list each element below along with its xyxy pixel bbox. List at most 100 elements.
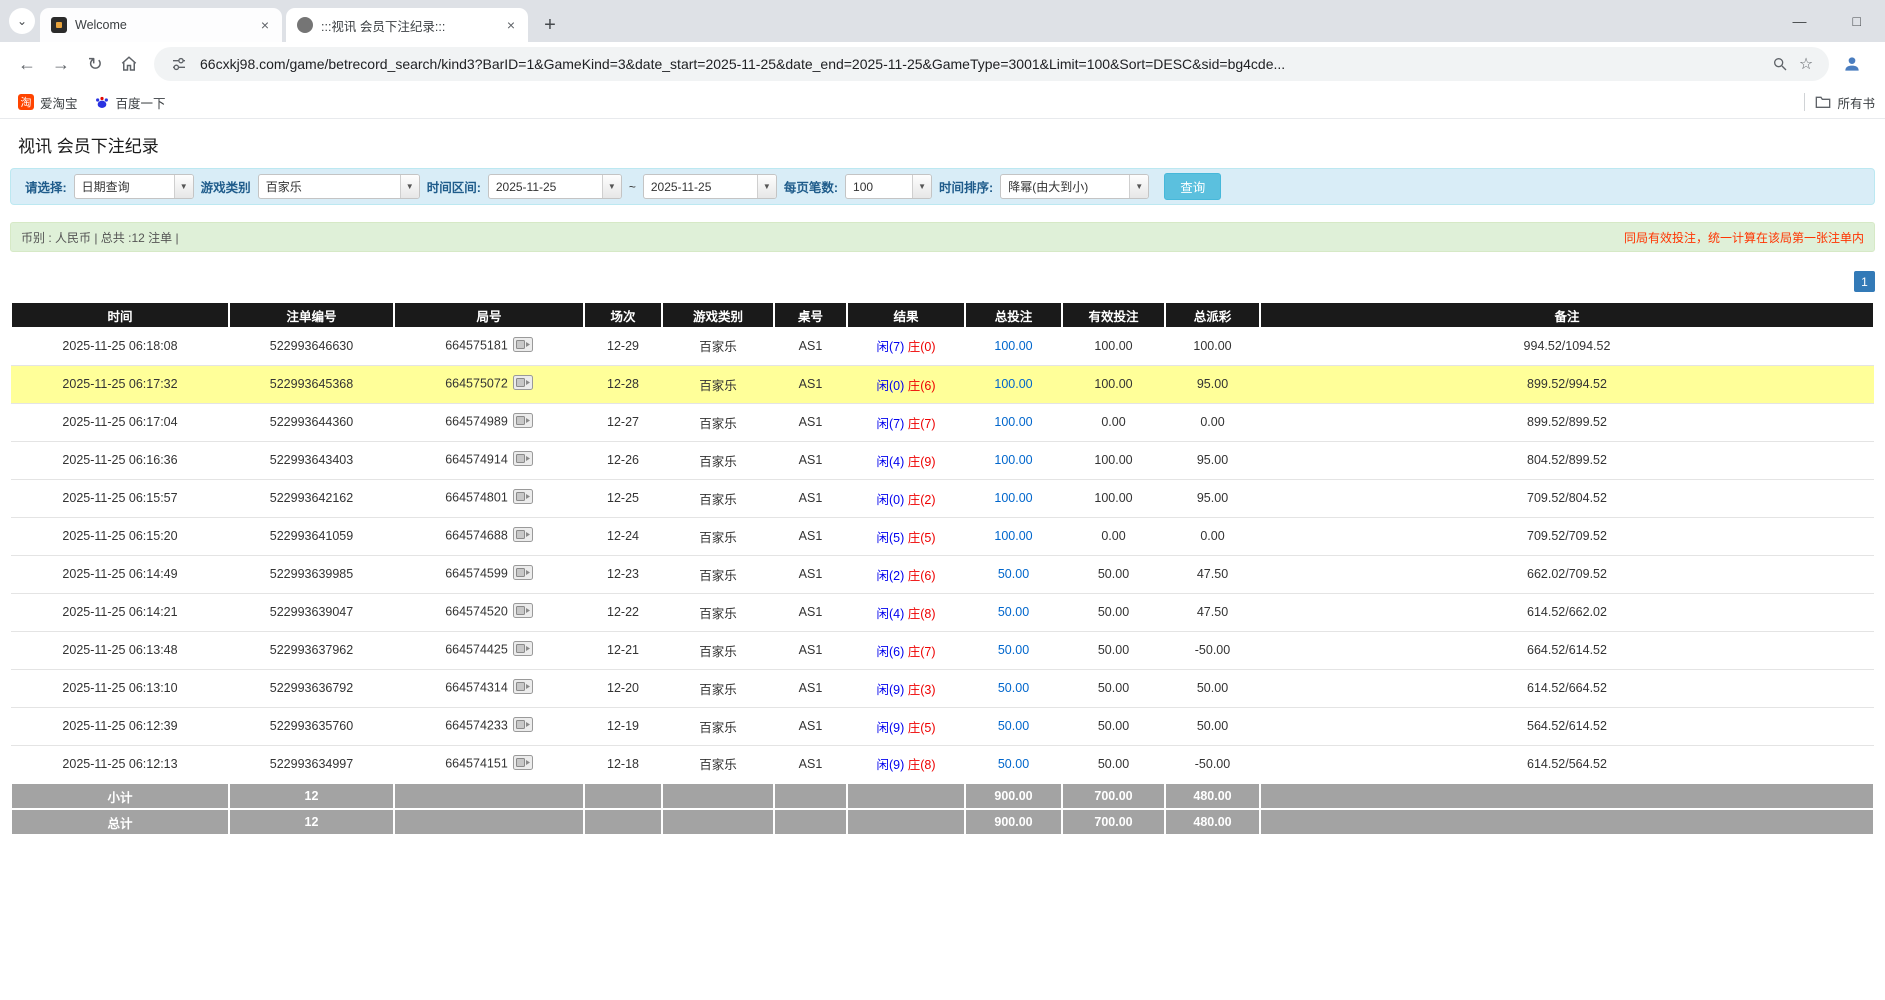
maximize-button[interactable]: □	[1847, 13, 1867, 29]
forward-button[interactable]: →	[44, 47, 78, 81]
cell-payout: 50.00	[1165, 707, 1260, 745]
round-number: 664574599	[445, 566, 508, 580]
total-bet-link[interactable]: 50.00	[998, 757, 1029, 771]
search-button[interactable]: 查询	[1164, 173, 1221, 200]
replay-video-icon[interactable]	[513, 337, 533, 355]
tab-close-icon[interactable]: ×	[256, 16, 274, 34]
new-tab-button[interactable]: +	[536, 11, 564, 39]
bookmark-star-icon[interactable]: ☆	[1793, 51, 1819, 77]
profile-button[interactable]	[1835, 47, 1869, 81]
cell-table: AS1	[774, 745, 847, 783]
table-row: 2025-11-25 06:15:20522993641059664574688…	[11, 517, 1874, 555]
total-bet-link[interactable]: 50.00	[998, 643, 1029, 657]
zoom-icon[interactable]	[1767, 51, 1793, 77]
mode-label: 请选择:	[25, 177, 67, 196]
bookmark-taobao[interactable]: 淘 爱淘宝	[10, 90, 86, 115]
cell-bet_id: 522993642162	[229, 479, 394, 517]
table-row: 2025-11-25 06:14:21522993639047664574520…	[11, 593, 1874, 631]
replay-video-icon[interactable]	[513, 641, 533, 659]
game-type-select[interactable]: 百家乐 ▼	[258, 174, 420, 199]
replay-video-icon[interactable]	[513, 413, 533, 431]
cell-remark: 899.52/994.52	[1260, 365, 1874, 403]
back-button[interactable]: ←	[10, 47, 44, 81]
result-player: 闲(0)	[876, 379, 904, 393]
total-bet-link[interactable]: 100.00	[994, 491, 1032, 505]
cell-game: 百家乐	[662, 555, 774, 593]
replay-video-icon[interactable]	[513, 679, 533, 697]
game-type-value: 百家乐	[259, 178, 400, 195]
sort-label: 时间排序:	[939, 177, 993, 196]
total-bet-link[interactable]: 50.00	[998, 681, 1029, 695]
result-player: 闲(2)	[876, 569, 904, 583]
cell-game: 百家乐	[662, 631, 774, 669]
total-bet-link[interactable]: 100.00	[994, 339, 1032, 353]
cell-valid_bet: 50.00	[1062, 631, 1165, 669]
total-bet-link[interactable]: 100.00	[994, 453, 1032, 467]
date-end-select[interactable]: 2025-11-25 ▼	[643, 174, 777, 199]
home-button[interactable]	[112, 47, 146, 81]
replay-video-icon[interactable]	[513, 375, 533, 393]
footer-cell	[847, 783, 965, 809]
cell-payout: 47.50	[1165, 593, 1260, 631]
total-bet-link[interactable]: 50.00	[998, 567, 1029, 581]
cell-table: AS1	[774, 441, 847, 479]
home-icon	[120, 55, 138, 73]
reload-button[interactable]: ↻	[78, 47, 112, 81]
chevron-down-icon[interactable]: ▼	[602, 175, 621, 198]
cell-payout: 47.50	[1165, 555, 1260, 593]
url-bar[interactable]: 66cxkj98.com/game/betrecord_search/kind3…	[154, 47, 1829, 81]
browser-tab-bet-records[interactable]: :::视讯 会员下注纪录::: ×	[286, 8, 528, 42]
url-text[interactable]: 66cxkj98.com/game/betrecord_search/kind3…	[200, 56, 1759, 72]
page-size-label: 每页笔数:	[784, 177, 838, 196]
replay-video-icon[interactable]	[513, 755, 533, 773]
date-start-select[interactable]: 2025-11-25 ▼	[488, 174, 622, 199]
replay-video-icon[interactable]	[513, 451, 533, 469]
tab-close-icon[interactable]: ×	[502, 16, 520, 34]
column-header: 场次	[584, 302, 662, 327]
total-bet-link[interactable]: 50.00	[998, 605, 1029, 619]
plus-icon: +	[544, 14, 556, 37]
chevron-down-icon[interactable]: ▼	[400, 175, 419, 198]
query-mode-select[interactable]: 日期查询 ▼	[74, 174, 194, 199]
result-banker: 庄(2)	[908, 493, 936, 507]
bookmark-baidu[interactable]: 百度一下	[86, 90, 174, 115]
cell-valid_bet: 50.00	[1062, 707, 1165, 745]
cell-bet_id: 522993641059	[229, 517, 394, 555]
cell-table: AS1	[774, 365, 847, 403]
cell-total_bet: 50.00	[965, 669, 1062, 707]
result-banker: 庄(8)	[908, 607, 936, 621]
replay-video-icon[interactable]	[513, 603, 533, 621]
sort-select[interactable]: 降幂(由大到小) ▼	[1000, 174, 1149, 199]
result-banker: 庄(5)	[908, 531, 936, 545]
all-bookmarks-button[interactable]: 所有书	[1815, 93, 1875, 112]
total-bet-link[interactable]: 50.00	[998, 719, 1029, 733]
cell-game: 百家乐	[662, 745, 774, 783]
cell-time: 2025-11-25 06:14:49	[11, 555, 229, 593]
total-bet-link[interactable]: 100.00	[994, 415, 1032, 429]
footer-label: 总计	[11, 809, 229, 835]
replay-video-icon[interactable]	[513, 489, 533, 507]
cell-valid_bet: 0.00	[1062, 517, 1165, 555]
summary-bar: 币别 : 人民币 | 总共 :12 注单 | 同局有效投注，统一计算在该局第一张…	[10, 222, 1875, 252]
tab-search-button[interactable]: ⌄	[9, 8, 35, 34]
total-bet-link[interactable]: 100.00	[994, 529, 1032, 543]
cell-game: 百家乐	[662, 441, 774, 479]
chevron-down-icon[interactable]: ▼	[1129, 175, 1148, 198]
cell-time: 2025-11-25 06:12:13	[11, 745, 229, 783]
cell-round: 664574520	[394, 593, 584, 631]
replay-video-icon[interactable]	[513, 527, 533, 545]
chevron-down-icon[interactable]: ▼	[174, 175, 193, 198]
page-size-select[interactable]: 100 ▼	[845, 174, 932, 199]
minimize-button[interactable]: —	[1787, 13, 1813, 29]
footer-cell	[774, 783, 847, 809]
page-number-button[interactable]: 1	[1854, 271, 1875, 292]
replay-video-icon[interactable]	[513, 717, 533, 735]
site-settings-icon[interactable]	[166, 51, 192, 77]
chevron-down-icon[interactable]: ▼	[757, 175, 776, 198]
table-row: 2025-11-25 06:16:36522993643403664574914…	[11, 441, 1874, 479]
total-bet-link[interactable]: 100.00	[994, 377, 1032, 391]
replay-video-icon[interactable]	[513, 565, 533, 583]
chevron-down-icon[interactable]: ▼	[912, 175, 931, 198]
browser-tab-welcome[interactable]: Welcome ×	[40, 8, 282, 42]
bet-records-page: 视讯 会员下注纪录 请选择: 日期查询 ▼ 游戏类别 百家乐 ▼ 时间区间: 2…	[0, 132, 1885, 836]
